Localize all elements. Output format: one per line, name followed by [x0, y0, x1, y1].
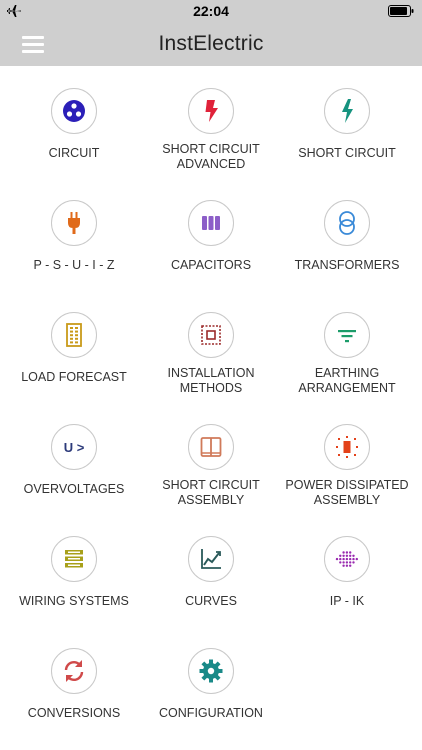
hamburger-menu-icon[interactable]	[22, 34, 46, 54]
tile-power-dissipated-assembly[interactable]: POWER DISSIPATED ASSEMBLY	[277, 402, 417, 514]
overvoltage-icon: U >	[64, 440, 85, 455]
tile-label: WIRING SYSTEMS	[19, 594, 129, 608]
earthing-icon	[338, 330, 356, 343]
tile-capacitors[interactable]: CAPACITORS	[141, 178, 281, 290]
lightning-red-icon	[205, 100, 218, 122]
tile-label: CONFIGURATION	[159, 706, 263, 720]
tile-short-circuit-assembly[interactable]: SHORT CIRCUIT ASSEMBLY	[141, 402, 281, 514]
tile-label: IP - IK	[329, 594, 365, 608]
tile-wiring-systems[interactable]: WIRING SYSTEMS	[4, 514, 144, 626]
lightning-teal-icon	[342, 99, 353, 123]
tile-icon-circle	[51, 88, 97, 134]
airplane-icon	[7, 5, 21, 17]
panel-icon	[200, 437, 222, 457]
tile-label: EARTHING ARRANGEMENT	[298, 366, 396, 395]
power-icon	[336, 436, 358, 458]
tile-label: LOAD FORECAST	[21, 370, 127, 384]
tile-icon-circle	[51, 536, 97, 582]
tile-icon-circle	[324, 88, 370, 134]
tile-circuit[interactable]: CIRCUIT	[4, 66, 144, 178]
dots-icon	[335, 551, 358, 567]
tile-icon-circle	[188, 424, 234, 470]
tile-label: CURVES	[185, 594, 237, 608]
tile-label: SHORT CIRCUIT	[298, 146, 396, 160]
tile-label: POWER DISSIPATED ASSEMBLY	[285, 478, 409, 507]
refresh-icon	[64, 660, 84, 682]
gear-icon	[199, 659, 223, 683]
tile-label: SHORT CIRCUIT ADVANCED	[162, 142, 260, 171]
tile-icon-circle	[51, 200, 97, 246]
battery-icon	[388, 5, 414, 17]
svg-text:U >: U >	[64, 440, 85, 455]
plug-icon	[68, 212, 80, 234]
tile-label: CAPACITORS	[170, 258, 252, 272]
tile-p-s-u-i-z[interactable]: P - S - U - I - Z	[4, 178, 144, 290]
tile-icon-circle	[188, 536, 234, 582]
capacitor-icon	[202, 216, 220, 230]
tile-icon-circle	[188, 312, 234, 358]
tile-short-circuit-advanced[interactable]: SHORT CIRCUIT ADVANCED	[141, 66, 281, 178]
status-bar: 22:04	[0, 0, 422, 22]
tile-icon-circle: U >	[51, 424, 97, 470]
tile-icon-circle	[324, 200, 370, 246]
tile-icon-circle	[324, 424, 370, 470]
tile-installation-methods[interactable]: INSTALLATION METHODS	[141, 290, 281, 402]
tile-label: P - S - U - I - Z	[33, 258, 115, 272]
tile-label: OVERVOLTAGES	[23, 482, 125, 496]
tile-icon-circle	[51, 312, 97, 358]
tile-icon-circle	[324, 312, 370, 358]
tile-load-forecast[interactable]: LOAD FORECAST	[4, 290, 144, 402]
tile-icon-circle	[51, 648, 97, 694]
tile-curves[interactable]: CURVES	[141, 514, 281, 626]
building-icon	[66, 323, 82, 347]
tile-label: SHORT CIRCUIT ASSEMBLY	[162, 478, 260, 507]
tile-short-circuit[interactable]: SHORT CIRCUIT	[277, 66, 417, 178]
transformer-icon	[339, 211, 355, 235]
tile-overvoltages[interactable]: U > OVERVOLTAGES	[4, 402, 144, 514]
tile-conversions[interactable]: CONVERSIONS	[4, 626, 144, 738]
tile-label: CIRCUIT	[48, 146, 100, 160]
nav-bar: InstElectric	[0, 22, 422, 66]
tile-label: TRANSFORMERS	[294, 258, 400, 272]
tile-label: CONVERSIONS	[27, 706, 121, 720]
tile-icon-circle	[188, 648, 234, 694]
tile-earthing-arrangement[interactable]: EARTHING ARRANGEMENT	[277, 290, 417, 402]
tile-transformers[interactable]: TRANSFORMERS	[277, 178, 417, 290]
chip-icon	[201, 325, 221, 345]
status-time: 22:04	[193, 3, 229, 19]
chart-icon	[201, 549, 221, 569]
tile-icon-circle	[188, 200, 234, 246]
tile-label: INSTALLATION METHODS	[167, 366, 255, 395]
tile-icon-circle	[188, 88, 234, 134]
app-title: InstElectric	[158, 32, 264, 55]
tile-ip-ik[interactable]: IP - IK	[277, 514, 417, 626]
wiring-icon	[65, 550, 83, 568]
circuit-icon	[63, 100, 85, 122]
tile-configuration[interactable]: CONFIGURATION	[141, 626, 281, 738]
tile-icon-circle	[324, 536, 370, 582]
